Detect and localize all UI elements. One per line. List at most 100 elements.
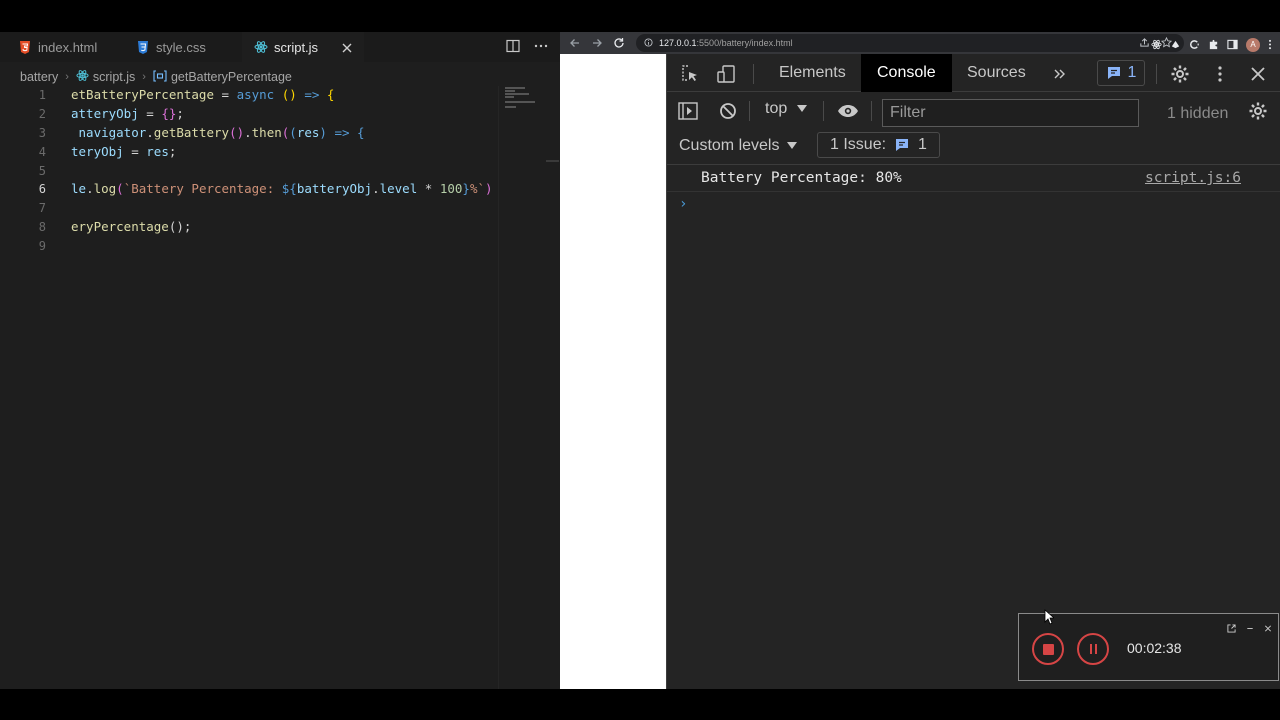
code-token: ${: [281, 181, 297, 197]
code-token: 100: [439, 181, 463, 197]
kebab-menu-icon[interactable]: [1209, 63, 1231, 85]
divider: [1156, 64, 1157, 84]
sidebar-toggle-icon[interactable]: [677, 100, 699, 122]
close-icon[interactable]: [1247, 63, 1269, 85]
site-info-icon[interactable]: [644, 37, 653, 49]
console-message: Battery Percentage: 80% script.js:6: [667, 165, 1280, 192]
address-bar[interactable]: 127.0.0.1:5500/battery/index.html: [636, 34, 1184, 52]
minimize-icon[interactable]: [1246, 618, 1254, 637]
stop-icon: [1042, 643, 1054, 655]
code-token: async: [236, 87, 275, 102]
expand-icon[interactable]: [1227, 618, 1236, 637]
kebab-menu-icon[interactable]: [1268, 35, 1272, 54]
code-token: =>: [304, 87, 320, 102]
editor-tabbar: index.html style.css script.js: [0, 32, 560, 62]
code-token: }: [462, 181, 470, 197]
breadcrumb-symbol[interactable]: getBatteryPercentage: [171, 70, 292, 84]
scrollbar[interactable]: [546, 160, 559, 162]
more-actions-icon[interactable]: [534, 38, 548, 57]
clear-console-icon[interactable]: [717, 100, 739, 122]
code-line: etBatteryPercentage = async () => {: [71, 86, 499, 105]
line-number: 4: [38, 144, 46, 159]
tab-style-css[interactable]: style.css: [136, 32, 206, 62]
tab-console[interactable]: Console: [861, 54, 952, 92]
avatar[interactable]: A: [1246, 37, 1260, 52]
page-viewport[interactable]: [560, 54, 666, 689]
issues-button[interactable]: 1 Issue: 1: [817, 132, 940, 158]
settings-gear-icon[interactable]: [1247, 100, 1269, 122]
code-area[interactable]: etBatteryPercentage = async () => { atte…: [71, 86, 499, 256]
symbol-variable-icon: [153, 69, 167, 85]
react-devtools-icon[interactable]: [1151, 35, 1162, 54]
filter-input[interactable]: Filter: [882, 99, 1139, 127]
settings-gear-icon[interactable]: [1169, 63, 1191, 85]
minimap[interactable]: [498, 86, 546, 689]
screen-recorder-widget: 00:02:38: [1018, 613, 1279, 681]
chevron-right-icon: ›: [65, 71, 69, 83]
css3-icon: [136, 40, 150, 54]
console-levels-bar: Custom levels 1 Issue: 1: [667, 129, 1280, 165]
code-token: ();: [168, 219, 192, 235]
pause-icon: [1089, 644, 1092, 654]
divider: [823, 101, 824, 121]
close-icon[interactable]: [1264, 618, 1272, 637]
line-number: 3: [38, 125, 46, 140]
devtools-panel: Elements Console Sources 1 top Filter 1 …: [666, 54, 1280, 689]
hidden-messages-count: 1 hidden: [1167, 105, 1229, 122]
side-panel-icon[interactable]: [1227, 35, 1238, 54]
code-line: navigator.getBattery().then((res) => {: [71, 124, 499, 143]
forward-arrow-icon[interactable]: [586, 32, 608, 54]
eye-icon[interactable]: [837, 100, 859, 122]
issues-badge[interactable]: 1: [1097, 60, 1145, 86]
log-levels-label: Custom levels: [679, 137, 780, 154]
extension-icon[interactable]: [1170, 35, 1181, 54]
code-token: .: [146, 124, 154, 140]
tab-index-html[interactable]: index.html: [18, 32, 97, 62]
log-levels-select[interactable]: Custom levels: [679, 137, 798, 155]
device-toolbar-icon[interactable]: [715, 63, 737, 85]
minimap-line: [505, 90, 515, 92]
extension-icon[interactable]: [1189, 35, 1200, 54]
code-editor: index.html style.css script.js battery ›…: [0, 32, 560, 689]
code-token: batteryObj: [296, 181, 373, 197]
reload-icon[interactable]: [608, 32, 630, 54]
tab-elements[interactable]: Elements: [779, 54, 846, 92]
pause-recording-button[interactable]: [1077, 633, 1109, 665]
breadcrumb-folder[interactable]: battery: [20, 70, 58, 84]
dropdown-caret-icon: [787, 142, 798, 149]
code-line: atteryObj = {};: [71, 105, 499, 124]
console-prompt[interactable]: ›: [679, 196, 687, 212]
browser-window: 127.0.0.1:5500/battery/index.html A Ele…: [560, 32, 1280, 689]
close-icon[interactable]: [340, 40, 354, 54]
breadcrumb-file[interactable]: script.js: [93, 70, 135, 84]
code-token: log: [93, 181, 117, 197]
code-token: navigator: [78, 124, 147, 140]
console-source-link[interactable]: script.js:6: [1145, 170, 1241, 186]
code-token: =: [138, 105, 162, 121]
code-token: (): [274, 87, 305, 102]
stop-recording-button[interactable]: [1032, 633, 1064, 665]
code-token: `Battery Percentage:: [123, 181, 282, 197]
code-token: ;: [168, 143, 177, 159]
dropdown-caret-icon: [797, 105, 808, 112]
html5-icon: [18, 40, 32, 54]
line-number: 1: [38, 88, 46, 102]
code-token: .: [372, 181, 380, 197]
tab-sources[interactable]: Sources: [967, 54, 1026, 92]
puzzle-icon[interactable]: [1208, 35, 1219, 54]
context-select[interactable]: top: [765, 100, 808, 118]
more-tabs-chevron-icon[interactable]: [1049, 63, 1071, 85]
code-token: res: [296, 124, 320, 140]
line-number: 7: [38, 201, 46, 216]
share-icon[interactable]: [1139, 37, 1150, 50]
code-token: etBatteryPercentage: [71, 87, 214, 102]
divider: [749, 101, 750, 121]
divider: [871, 101, 872, 121]
back-arrow-icon[interactable]: [564, 32, 586, 54]
line-number: 5: [38, 163, 46, 178]
split-editor-icon[interactable]: [506, 38, 520, 57]
code-token: ): [485, 181, 493, 197]
line-number: 2: [38, 106, 46, 121]
inspect-element-icon[interactable]: [679, 63, 701, 85]
